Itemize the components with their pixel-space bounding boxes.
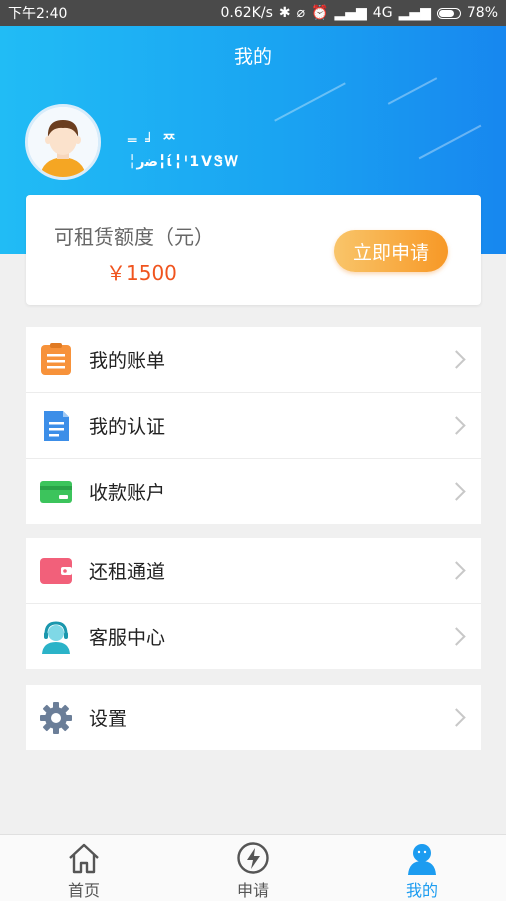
vibrate-icon: ⌀ [296, 5, 306, 21]
battery-icon [436, 7, 461, 19]
menu-item-label: 设置 [89, 708, 128, 730]
tab-apply[interactable]: 申请 [169, 835, 337, 901]
avatar-icon [28, 107, 98, 177]
menu-item-bank-account[interactable]: 收款账户 [26, 458, 481, 524]
lightning-icon [237, 842, 269, 874]
bank-card-icon [40, 480, 72, 503]
chevron-right-icon [447, 350, 466, 369]
chevron-right-icon [447, 416, 466, 435]
chevron-right-icon [447, 627, 466, 646]
menu-item-certification[interactable]: 我的认证 [26, 392, 481, 458]
menu-item-label: 客服中心 [89, 627, 166, 649]
quota-value: ￥1500 [106, 261, 177, 285]
quota-label: 可租赁额度（元） [54, 225, 214, 249]
status-bar: 下午2:40 0.62K/s ✱ ⌀ ⏰ ▂▄▆ 4G ▂▄▆ 78% [0, 0, 506, 26]
menu-item-customer-service[interactable]: 客服中心 [26, 603, 481, 669]
tab-home[interactable]: 首页 [0, 835, 168, 901]
bill-icon [41, 342, 71, 375]
apply-now-button[interactable]: 立即申请 [334, 230, 448, 272]
bluetooth-icon: ✱ [278, 5, 291, 21]
menu-item-settings[interactable]: 设置 [26, 685, 481, 750]
tab-label: 首页 [67, 881, 100, 900]
status-indicators: 0.62K/s ✱ ⌀ ⏰ ▂▄▆ 4G ▂▄▆ 78% [221, 5, 499, 21]
menu-item-repayment[interactable]: 还租通道 [26, 538, 481, 603]
certification-icon [44, 410, 69, 441]
tab-label: 我的 [405, 881, 438, 900]
menu-item-label: 还租通道 [89, 561, 166, 583]
tab-label: 申请 [236, 881, 269, 900]
user-phone: ╎ﺿﺭ╏ί╏ˡ1ᐯᏕᎳ [128, 154, 241, 170]
home-icon [69, 843, 99, 874]
menu-group-account: 我的账单 我的认证 收款账户 [26, 327, 481, 524]
menu-item-label: 收款账户 [89, 482, 166, 504]
username: ═ ╛ ᄍ [128, 133, 178, 149]
avatar[interactable] [25, 104, 101, 180]
network-type: 4G [372, 5, 393, 21]
wallet-icon [40, 557, 72, 584]
alarm-icon: ⏰ [311, 5, 329, 21]
gear-icon [40, 701, 72, 734]
menu-group-settings: 设置 [26, 685, 481, 750]
chevron-right-icon [447, 482, 466, 501]
chevron-right-icon [447, 708, 466, 727]
signal-icon-2: ▂▄▆ [398, 5, 431, 21]
user-icon [408, 844, 436, 875]
customer-service-icon [42, 620, 70, 654]
bottom-tab-bar: 首页 申请 我的 [0, 834, 506, 901]
battery-percent: 78% [466, 5, 498, 21]
status-time: 下午2:40 [8, 6, 68, 22]
page-title: 我的 [233, 46, 272, 68]
signal-icon: ▂▄▆ [334, 5, 367, 21]
network-speed: 0.62K/s [220, 5, 273, 21]
menu-item-bills[interactable]: 我的账单 [26, 327, 481, 392]
menu-item-label: 我的认证 [89, 416, 166, 438]
menu-group-service: 还租通道 客服中心 [26, 538, 481, 669]
tab-mine[interactable]: 我的 [338, 835, 506, 901]
menu-item-label: 我的账单 [89, 350, 166, 372]
chevron-right-icon [447, 561, 466, 580]
quota-card: 可租赁额度（元） ￥1500 立即申请 [26, 195, 481, 305]
